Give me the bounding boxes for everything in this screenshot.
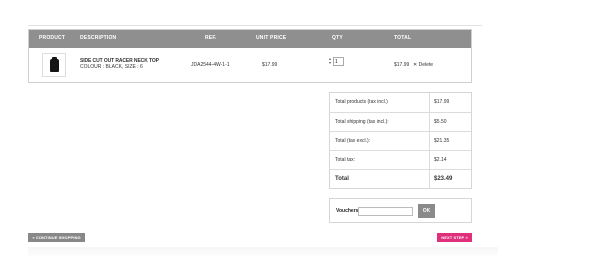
grand-total-row: Total $23.49 [330, 169, 471, 188]
footer-shade [28, 247, 498, 256]
product-image-top [50, 57, 59, 72]
product-attributes: COLOUR : BLACK, SIZE : 6 [80, 64, 143, 70]
totals-divider [429, 151, 430, 169]
totals-label: Total products (tax incl.) [335, 99, 388, 105]
column-header-total: TOTAL [394, 35, 412, 41]
next-step-button[interactable]: NEXT STEP » [437, 233, 472, 242]
totals-value: $21.35 [434, 138, 450, 144]
column-header-product: PRODUCT [39, 35, 66, 41]
voucher-ok-button[interactable]: OK [418, 204, 435, 218]
continue-shopping-button[interactable]: « CONTINUE SHOPPING [28, 233, 85, 242]
column-header-qty: QTY [332, 35, 343, 41]
totals-value: $5.50 [434, 119, 447, 125]
product-thumbnail[interactable] [42, 53, 66, 77]
product-unit-price: $17.99 [262, 62, 278, 68]
totals-row: Total tax: $2.14 [330, 150, 471, 169]
cart-table: PRODUCT DESCRIPTION REF. UNIT PRICE QTY … [28, 29, 472, 83]
grand-total-label: Total [335, 176, 349, 182]
column-header-unit-price: UNIT PRICE [256, 35, 287, 41]
totals-value: $2.14 [434, 157, 447, 163]
quantity-input[interactable] [333, 57, 344, 66]
cart-table-header: PRODUCT DESCRIPTION REF. UNIT PRICE QTY … [29, 30, 471, 48]
delete-label: Delete [418, 62, 434, 68]
totals-divider [429, 93, 430, 112]
product-total: $17.99 [394, 62, 410, 68]
column-header-ref: REF. [205, 35, 217, 41]
voucher-label: Vouchers [336, 208, 359, 214]
voucher-box: Vouchers OK [329, 198, 472, 223]
voucher-code-input[interactable] [358, 207, 413, 216]
delete-button[interactable]: ✕ Delete [413, 62, 433, 68]
totals-row: Total shipping (tax incl.): $5.50 [330, 112, 471, 131]
totals-label: Total shipping (tax incl.): [335, 119, 389, 125]
column-header-description: DESCRIPTION [80, 35, 117, 41]
totals-label: Total (tax excl.): [335, 138, 371, 144]
close-icon: ✕ [413, 62, 418, 68]
totals-value: $17.99 [434, 99, 450, 105]
order-totals-table: Total products (tax incl.) $17.99 Total … [329, 92, 472, 189]
totals-row: Total (tax excl.): $21.35 [330, 131, 471, 150]
grand-total-value: $23.49 [434, 176, 453, 182]
totals-divider [429, 170, 430, 188]
product-ref: JDA2544-4W-1-1 [191, 62, 230, 68]
top-divider [28, 25, 482, 26]
totals-divider [429, 132, 430, 150]
cart-item-row: SIDE CUT OUT RACER NECK TOP COLOUR : BLA… [29, 48, 471, 82]
totals-divider [429, 113, 430, 131]
totals-row: Total products (tax incl.) $17.99 [330, 93, 471, 112]
totals-label: Total tax: [335, 157, 356, 163]
